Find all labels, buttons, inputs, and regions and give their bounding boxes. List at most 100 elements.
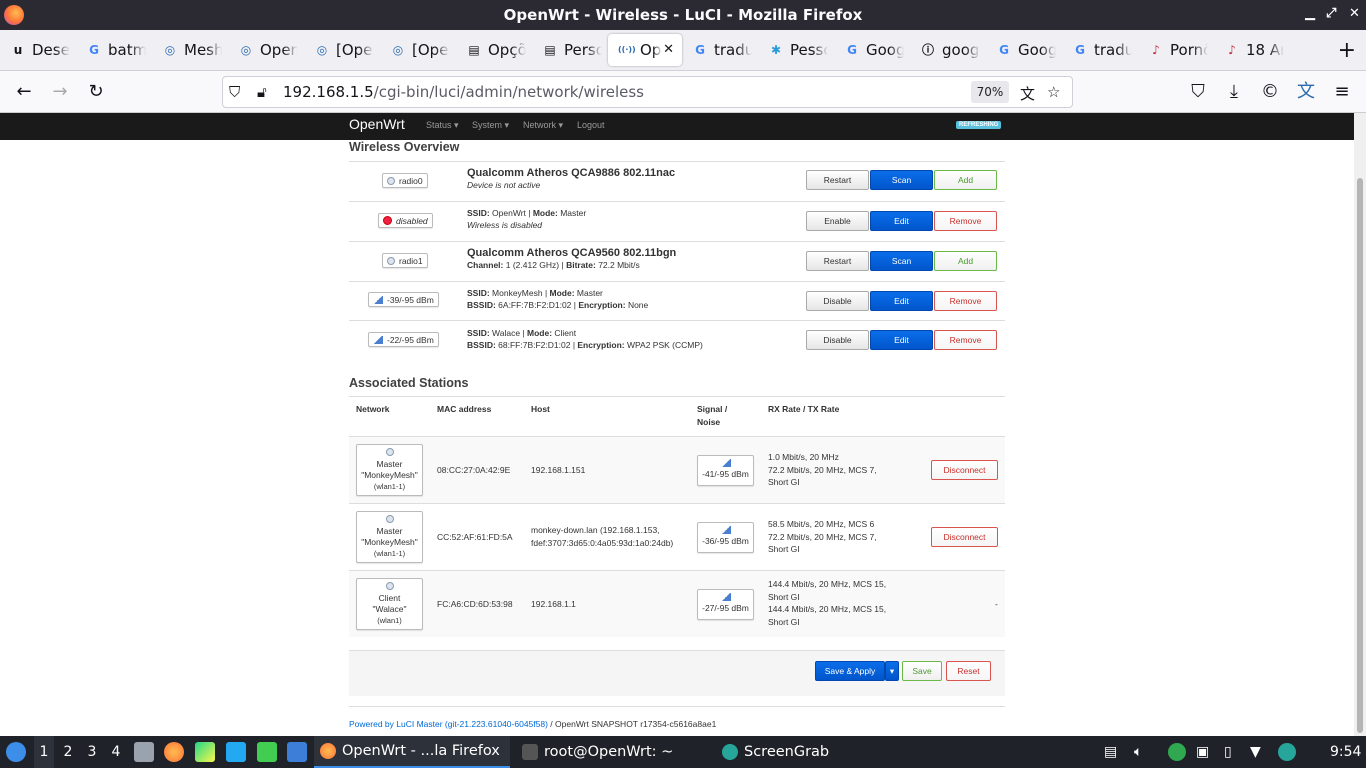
tab-label: batman bbox=[108, 41, 146, 59]
workspace-4[interactable]: 4 bbox=[106, 736, 126, 768]
notification-tray-icon[interactable]: ▣ bbox=[1196, 736, 1209, 768]
save-button[interactable]: Save bbox=[902, 661, 942, 681]
workspace-1[interactable]: 1 bbox=[34, 736, 54, 768]
url-bar[interactable]: ⛉ 🔓︎ 192.168.1.5/cgi-bin/luci/admin/netw… bbox=[222, 76, 1073, 108]
add-button[interactable]: Add bbox=[934, 251, 997, 271]
restart-button[interactable]: Restart bbox=[806, 251, 869, 271]
task-screengrab[interactable]: ScreenGrab bbox=[716, 736, 876, 768]
luci-version-link[interactable]: Powered by LuCI Master (git-21.223.61040… bbox=[349, 719, 548, 729]
forward-icon[interactable]: → bbox=[48, 80, 72, 104]
clipboard-tray-icon[interactable]: ▤ bbox=[1104, 736, 1117, 768]
firefox-launcher-icon[interactable] bbox=[164, 736, 184, 768]
back-icon[interactable]: ← bbox=[12, 80, 36, 104]
tab[interactable]: ◎ Mesh bbox=[152, 34, 228, 66]
radio-icon bbox=[385, 582, 394, 590]
luci-brand[interactable]: OpenWrt bbox=[349, 116, 405, 132]
workspace-2[interactable]: 2 bbox=[58, 736, 78, 768]
tab[interactable]: Gtradu bbox=[682, 34, 758, 66]
save-apply-dropdown-icon[interactable]: ▾ bbox=[885, 661, 899, 681]
account-icon[interactable]: © bbox=[1258, 80, 1282, 104]
firefox-icon bbox=[320, 743, 336, 759]
reload-icon[interactable]: ↻ bbox=[84, 80, 108, 104]
menu-system[interactable]: System ▾ bbox=[472, 120, 509, 131]
tab[interactable]: ✱ Pesso bbox=[758, 34, 834, 66]
tab-active[interactable]: ((·)) Op ✕ bbox=[608, 34, 682, 66]
close-window-icon[interactable]: ✕ bbox=[1349, 6, 1360, 21]
workspace-3[interactable]: 3 bbox=[82, 736, 102, 768]
edit-button[interactable]: Edit bbox=[870, 330, 933, 350]
remove-button[interactable]: Remove bbox=[934, 330, 997, 350]
tab[interactable]: G Goog bbox=[986, 34, 1062, 66]
refreshing-badge[interactable]: REFRESHING bbox=[956, 121, 1002, 129]
tab[interactable]: u Desempenho bbox=[0, 34, 76, 66]
record-tray-icon[interactable] bbox=[1168, 736, 1186, 768]
scan-button[interactable]: Scan bbox=[870, 170, 933, 190]
task-terminal[interactable]: root@OpenWrt: ~ bbox=[516, 736, 712, 768]
tab-label: goog bbox=[942, 41, 980, 59]
tab[interactable]: ◎ [Open bbox=[304, 34, 380, 66]
qt-creator-icon[interactable] bbox=[257, 736, 277, 768]
tab[interactable]: G Goog bbox=[834, 34, 910, 66]
file-manager-icon[interactable] bbox=[134, 736, 154, 768]
screengrab-tray-icon[interactable] bbox=[1278, 736, 1296, 768]
pocket-icon[interactable]: ⛉ bbox=[1186, 80, 1210, 104]
clipboard-manager-icon[interactable]: ▯ bbox=[1224, 736, 1232, 768]
reset-button[interactable]: Reset bbox=[946, 661, 991, 681]
translate-extension-icon[interactable]: 文 bbox=[1294, 80, 1318, 104]
tab[interactable]: ▤ Opções bbox=[456, 34, 532, 66]
tab[interactable]: ♪ 18 Ar bbox=[1214, 34, 1290, 66]
remove-button[interactable]: Remove bbox=[934, 211, 997, 231]
download-icon[interactable]: ⤓ bbox=[1222, 80, 1246, 104]
close-tab-icon[interactable]: ✕ bbox=[663, 42, 674, 57]
url-text[interactable]: 192.168.1.5/cgi-bin/luci/admin/network/w… bbox=[283, 83, 644, 101]
tab[interactable]: Gtradu bbox=[1062, 34, 1138, 66]
scrollbar-thumb[interactable] bbox=[1357, 178, 1363, 733]
new-tab-icon[interactable]: + bbox=[1338, 38, 1356, 63]
network-badge: Master "MonkeyMesh" (wlan1-1) bbox=[356, 511, 423, 563]
volume-icon[interactable]: 🔈︎ bbox=[1134, 736, 1142, 768]
page-scrollbar[interactable] bbox=[1354, 113, 1366, 736]
translate-icon[interactable]: 文 bbox=[1020, 83, 1035, 104]
clock[interactable]: 9:54 bbox=[1330, 736, 1361, 768]
rx-tx-rate: 1.0 Mbit/s, 20 MHz 72.2 Mbit/s, 20 MHz, M… bbox=[768, 452, 877, 487]
tab[interactable]: Gbatman bbox=[76, 34, 152, 66]
wifi-icon[interactable]: ▼ bbox=[1250, 736, 1261, 768]
task-firefox[interactable]: OpenWrt - ...la Firefox bbox=[314, 736, 510, 768]
save-apply-button[interactable]: Save & Apply bbox=[815, 661, 885, 681]
tab[interactable]: ♪ Pornô bbox=[1138, 34, 1214, 66]
vscode-icon[interactable] bbox=[226, 736, 246, 768]
mac-address: FC:A6:CD:6D:53:98 bbox=[437, 599, 513, 609]
tab-label: tradu bbox=[1094, 41, 1132, 59]
bookmark-star-icon[interactable]: ☆ bbox=[1047, 83, 1060, 101]
menu-icon[interactable]: ≡ bbox=[1330, 80, 1354, 104]
stations-header-row: Network MAC address Host Signal / Noise R… bbox=[349, 396, 1005, 436]
maximize-icon[interactable]: ⤢ bbox=[1326, 6, 1336, 21]
document-icon: ▤ bbox=[544, 43, 556, 57]
edit-button[interactable]: Edit bbox=[870, 291, 933, 311]
restart-button[interactable]: Restart bbox=[806, 170, 869, 190]
tab[interactable]: ⓘ goog bbox=[910, 34, 986, 66]
disable-button[interactable]: Disable bbox=[806, 291, 869, 311]
menu-status[interactable]: Status ▾ bbox=[426, 120, 459, 131]
tab[interactable]: ◎ Open bbox=[228, 34, 304, 66]
wireless-icon: ((·)) bbox=[618, 45, 636, 54]
disconnect-button[interactable]: Disconnect bbox=[931, 527, 998, 547]
remove-button[interactable]: Remove bbox=[934, 291, 997, 311]
zoom-indicator[interactable]: 70% bbox=[971, 81, 1009, 103]
add-button[interactable]: Add bbox=[934, 170, 997, 190]
menu-logout[interactable]: Logout bbox=[577, 120, 605, 130]
start-menu-icon[interactable] bbox=[6, 736, 26, 768]
menu-network[interactable]: Network ▾ bbox=[523, 120, 563, 131]
minimize-icon[interactable]: ▁ bbox=[1305, 6, 1315, 21]
shield-icon[interactable]: ⛉ bbox=[229, 83, 240, 101]
tab[interactable]: ◎ [Open bbox=[380, 34, 456, 66]
edit-button[interactable]: Edit bbox=[870, 211, 933, 231]
insecure-lock-icon[interactable]: 🔓︎ bbox=[257, 83, 267, 101]
tab[interactable]: ▤ Perso bbox=[532, 34, 608, 66]
disconnect-button[interactable]: Disconnect bbox=[931, 460, 998, 480]
enable-button[interactable]: Enable bbox=[806, 211, 869, 231]
desktop-icon[interactable] bbox=[287, 736, 307, 768]
pycharm-icon[interactable] bbox=[195, 736, 215, 768]
scan-button[interactable]: Scan bbox=[870, 251, 933, 271]
disable-button[interactable]: Disable bbox=[806, 330, 869, 350]
